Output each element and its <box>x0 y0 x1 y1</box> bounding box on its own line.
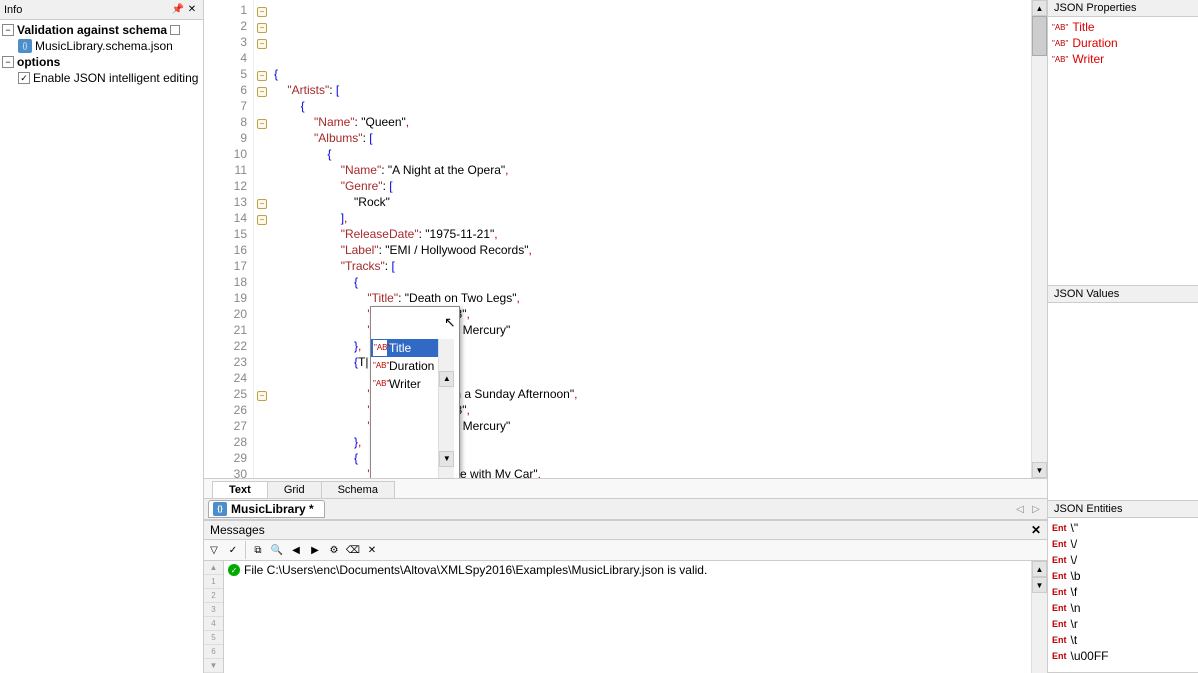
find-tool-icon[interactable]: 🔍 <box>268 541 286 559</box>
messages-scrollbar[interactable]: ▲▼ <box>1031 561 1047 673</box>
code-line[interactable]: "Label": "EMI / Hollywood Records", <box>274 242 1027 258</box>
scroll-down-icon[interactable]: ▼ <box>1032 462 1047 478</box>
json-entities-title: JSON Entities <box>1048 501 1198 518</box>
info-tree: − Validation against schema {} MusicLibr… <box>0 20 203 88</box>
code-line[interactable]: { <box>274 66 1027 82</box>
code-line[interactable]: "ReleaseDate": "1975-11-21", <box>274 226 1027 242</box>
file-tab[interactable]: {} MusicLibrary * <box>208 500 325 518</box>
json-file-icon: {} <box>18 39 32 53</box>
check-tool-icon[interactable]: ✓ <box>224 541 242 559</box>
delete-tool-icon[interactable]: ✕ <box>363 541 381 559</box>
info-panel: Info 📌 ✕ − Validation against schema {} … <box>0 0 204 673</box>
json-values-panel: JSON Values <box>1048 286 1198 501</box>
property-item[interactable]: "AB"Duration <box>1052 35 1194 51</box>
close-icon[interactable]: ✕ <box>185 3 199 17</box>
view-tab-schema[interactable]: Schema <box>321 481 395 498</box>
autocomplete-item[interactable]: "AB"Duration <box>371 357 438 375</box>
collapse-icon[interactable]: − <box>2 24 14 36</box>
scroll-down-icon[interactable]: ▼ <box>439 451 454 467</box>
json-entities-panel: JSON Entities Ent\"Ent\/Ent\/Ent\bEnt\fE… <box>1048 501 1198 673</box>
scrollbar-thumb[interactable] <box>1032 16 1047 56</box>
entity-item[interactable]: Ent\r <box>1052 616 1194 632</box>
entity-item[interactable]: Ent\/ <box>1052 552 1194 568</box>
fold-gutter[interactable]: −−−−−−−−− <box>254 0 270 478</box>
json-values-body[interactable] <box>1048 303 1198 500</box>
next-tab-icon[interactable]: ▷ <box>1029 502 1043 516</box>
messages-panel: Messages ✕ ▽ ✓ ⧉ 🔍 ◀ ▶ ⚙ ⌫ ✕ ▲ 123 456 <box>204 520 1047 673</box>
prev-tool-icon[interactable]: ◀ <box>287 541 305 559</box>
code-line[interactable]: "Albums": [ <box>274 130 1027 146</box>
code-editor[interactable]: 1234567891011121314151617181920212223242… <box>204 0 1047 478</box>
json-properties-panel: JSON Properties "AB"Title"AB"Duration"AB… <box>1048 0 1198 286</box>
messages-nav-gutter[interactable]: ▲ 123 456 ▼ <box>204 561 224 673</box>
collapse-icon[interactable]: − <box>2 56 14 68</box>
entity-item[interactable]: Ent\t <box>1052 632 1194 648</box>
enable-json-label: Enable JSON intelligent editing <box>33 71 198 85</box>
entity-item[interactable]: Ent\f <box>1052 584 1194 600</box>
info-panel-title: Info <box>4 4 171 16</box>
validation-label: Validation against schema <box>17 23 167 37</box>
view-tab-grid[interactable]: Grid <box>267 481 322 498</box>
code-line[interactable]: "Artists": [ <box>274 82 1027 98</box>
scroll-up-icon[interactable]: ▲ <box>439 371 454 387</box>
filter-tool-icon[interactable]: ▽ <box>205 541 223 559</box>
property-item[interactable]: "AB"Writer <box>1052 51 1194 67</box>
refresh-icon[interactable] <box>170 25 180 35</box>
code-line[interactable]: { <box>274 98 1027 114</box>
schema-file-name[interactable]: MusicLibrary.schema.json <box>35 39 173 53</box>
code-line[interactable]: { <box>274 274 1027 290</box>
scroll-up-icon[interactable]: ▲ <box>1032 0 1047 16</box>
code-line[interactable]: "Rock" <box>274 194 1027 210</box>
checkbox-checked-icon[interactable]: ✓ <box>18 72 30 84</box>
autocomplete-popup[interactable]: "AB"Title"AB"Duration"AB"Writer ▲ ▼ <box>370 306 460 478</box>
success-icon: ✓ <box>228 564 240 576</box>
file-tab-label: MusicLibrary * <box>231 502 314 516</box>
close-icon[interactable]: ✕ <box>1031 523 1041 537</box>
copy-tool-icon[interactable]: ⧉ <box>249 541 267 559</box>
json-entities-body[interactable]: Ent\"Ent\/Ent\/Ent\bEnt\fEnt\nEnt\rEnt\t… <box>1048 518 1198 672</box>
code-line[interactable]: "Title": "Death on Two Legs", <box>274 290 1027 306</box>
messages-title: Messages <box>210 523 1031 537</box>
code-line[interactable]: "Name": "A Night at the Opera", <box>274 162 1027 178</box>
view-tab-text[interactable]: Text <box>212 481 268 498</box>
line-number-gutter: 1234567891011121314151617181920212223242… <box>204 0 254 478</box>
view-tabs: TextGridSchema <box>204 478 1047 498</box>
entity-item[interactable]: Ent\u00FF <box>1052 648 1194 664</box>
entity-item[interactable]: Ent\/ <box>1052 536 1194 552</box>
code-line[interactable]: "Tracks": [ <box>274 258 1027 274</box>
file-tab-bar: {} MusicLibrary * ◁ ▷ <box>204 498 1047 520</box>
code-line[interactable]: "Name": "Queen", <box>274 114 1027 130</box>
code-line[interactable]: "Genre": [ <box>274 178 1027 194</box>
json-file-icon: {} <box>213 502 227 516</box>
options-tool-icon[interactable]: ⚙ <box>325 541 343 559</box>
entity-item[interactable]: Ent\" <box>1052 520 1194 536</box>
messages-toolbar: ▽ ✓ ⧉ 🔍 ◀ ▶ ⚙ ⌫ ✕ <box>204 540 1047 561</box>
code-line[interactable]: { <box>274 146 1027 162</box>
entity-item[interactable]: Ent\b <box>1052 568 1194 584</box>
autocomplete-item[interactable]: "AB"Title <box>371 339 438 357</box>
autocomplete-scrollbar[interactable]: ▲ ▼ <box>438 339 454 478</box>
property-item[interactable]: "AB"Title <box>1052 19 1194 35</box>
json-properties-title: JSON Properties <box>1048 0 1198 17</box>
vertical-scrollbar[interactable]: ▲ ▼ <box>1031 0 1047 478</box>
next-tool-icon[interactable]: ▶ <box>306 541 324 559</box>
info-panel-header: Info 📌 ✕ <box>0 0 203 20</box>
json-values-title: JSON Values <box>1048 286 1198 303</box>
prev-tab-icon[interactable]: ◁ <box>1013 502 1027 516</box>
clear-tool-icon[interactable]: ⌫ <box>344 541 362 559</box>
options-label: options <box>17 55 60 69</box>
messages-content[interactable]: ✓ File C:\Users\enc\Documents\Altova\XML… <box>224 561 1031 673</box>
entity-item[interactable]: Ent\n <box>1052 600 1194 616</box>
code-line[interactable]: ], <box>274 210 1027 226</box>
autocomplete-item[interactable]: "AB"Writer <box>371 375 438 393</box>
code-area[interactable]: { "Artists": [ { "Name": "Queen", "Album… <box>270 0 1031 478</box>
pin-icon[interactable]: 📌 <box>171 3 185 17</box>
message-text: File C:\Users\enc\Documents\Altova\XMLSp… <box>244 563 707 577</box>
json-properties-body[interactable]: "AB"Title"AB"Duration"AB"Writer <box>1048 17 1198 285</box>
